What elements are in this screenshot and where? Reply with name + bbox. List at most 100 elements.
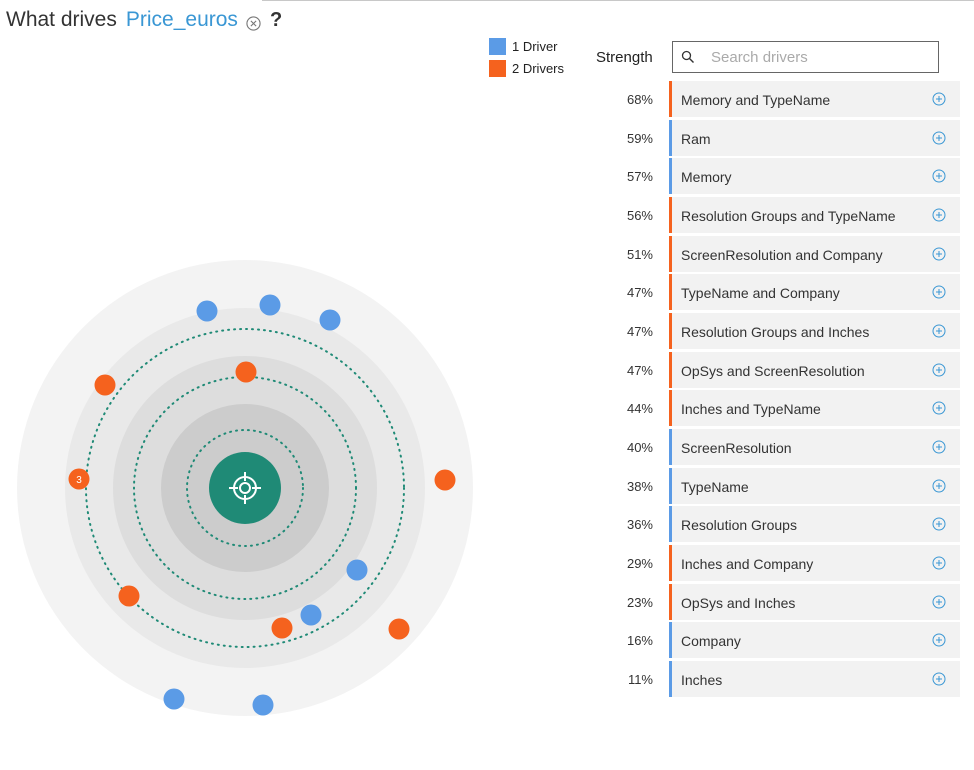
driver-dot[interactable]	[94, 374, 116, 396]
driver-name-cell[interactable]: Resolution Groups and Inches	[672, 313, 960, 350]
driver-strength: 16%	[626, 633, 653, 649]
driver-name-cell[interactable]: ScreenResolution	[672, 429, 960, 466]
legend-swatch-icon	[489, 37, 506, 55]
driver-name: OpSys and Inches	[681, 594, 796, 611]
driver-name: TypeName	[681, 478, 749, 495]
driver-name-cell[interactable]: Inches and Company	[672, 545, 960, 582]
add-driver-icon[interactable]	[932, 517, 946, 531]
driver-name: Memory and TypeName	[681, 92, 831, 108]
driver-name: ScreenResolution	[681, 440, 792, 457]
target-circle	[209, 452, 281, 524]
driver-row[interactable]: 40% ScreenResolution	[600, 429, 960, 466]
driver-row[interactable]: 11% Inches	[600, 661, 960, 698]
driver-strength: 47%	[626, 285, 653, 301]
driver-name-cell[interactable]: Resolution Groups and TypeName	[672, 197, 960, 233]
add-driver-icon[interactable]	[932, 324, 946, 338]
driver-row[interactable]: 38% TypeName	[600, 467, 960, 504]
add-driver-icon[interactable]	[932, 440, 946, 454]
driver-row[interactable]: 56% Resolution Groups and TypeName	[600, 197, 960, 233]
driver-row[interactable]: 57% Memory	[600, 158, 960, 195]
driver-name-cell[interactable]: Inches and TypeName	[672, 390, 960, 427]
legend-item-1-driver: 1 Driver	[489, 35, 564, 57]
add-driver-icon[interactable]	[932, 556, 946, 570]
driver-dot[interactable]	[235, 361, 257, 383]
add-driver-icon[interactable]	[932, 285, 946, 299]
driver-name-cell[interactable]: Inches	[672, 661, 960, 698]
driver-dot[interactable]	[346, 559, 368, 581]
driver-name-cell[interactable]: OpSys and Inches	[672, 583, 960, 620]
add-driver-icon[interactable]	[932, 401, 946, 415]
driver-name-cell[interactable]: Company	[672, 622, 960, 659]
driver-name-cell[interactable]: OpSys and ScreenResolution	[672, 351, 960, 388]
driver-name-cell[interactable]: TypeName	[672, 467, 960, 504]
driver-strength: 44%	[626, 401, 653, 417]
driver-name: Memory	[681, 169, 732, 186]
legend-item-2-drivers: 2 Drivers	[489, 57, 564, 79]
legend: 1 Driver 2 Drivers	[489, 35, 564, 79]
driver-row[interactable]: 47% Resolution Groups and Inches	[600, 313, 960, 350]
driver-row[interactable]: 68% Memory and TypeName	[600, 81, 960, 117]
driver-name-cell[interactable]: Memory and TypeName	[672, 81, 960, 117]
add-driver-icon[interactable]	[932, 479, 946, 493]
driver-name-cell[interactable]: Resolution Groups	[672, 506, 960, 543]
add-driver-icon[interactable]	[932, 169, 946, 183]
driver-row[interactable]: 36% Resolution Groups	[600, 506, 960, 543]
add-driver-icon[interactable]	[932, 247, 946, 261]
driver-name: Resolution Groups and TypeName	[681, 208, 896, 224]
search-input[interactable]	[709, 47, 913, 67]
driver-dot[interactable]	[196, 300, 218, 322]
driver-row[interactable]: 47% OpSys and ScreenResolution	[600, 351, 960, 388]
driver-name-cell[interactable]: TypeName and Company	[672, 274, 960, 311]
driver-row[interactable]: 47% TypeName and Company	[600, 274, 960, 311]
add-driver-icon[interactable]	[932, 208, 946, 222]
driver-dot[interactable]	[259, 294, 281, 316]
driver-strength: 57%	[626, 169, 653, 185]
driver-name: TypeName and Company	[681, 285, 840, 302]
driver-dot[interactable]	[319, 309, 341, 331]
driver-row[interactable]: 16% Company	[600, 622, 960, 659]
driver-strength: 11%	[627, 672, 653, 688]
driver-row[interactable]: 44% Inches and TypeName	[600, 390, 960, 427]
search-drivers-box[interactable]	[672, 41, 939, 73]
driver-strength: 29%	[626, 556, 653, 572]
driver-row[interactable]: 23% OpSys and Inches	[600, 583, 960, 620]
search-icon	[681, 50, 694, 63]
driver-dot[interactable]	[300, 604, 322, 626]
driver-row[interactable]: 29% Inches and Company	[600, 545, 960, 582]
driver-strength: 47%	[626, 324, 653, 340]
add-driver-icon[interactable]	[932, 92, 946, 106]
driver-strength: 40%	[626, 440, 653, 456]
strength-column-header: Strength	[596, 49, 653, 66]
add-driver-icon[interactable]	[932, 363, 946, 377]
add-driver-icon[interactable]	[932, 633, 946, 647]
driver-dot[interactable]	[434, 469, 456, 491]
title-prefix: What drives	[6, 8, 117, 31]
driver-dot[interactable]	[252, 694, 274, 716]
driver-name: Ram	[681, 130, 711, 147]
driver-name: ScreenResolution and Company	[681, 246, 883, 263]
add-driver-icon[interactable]	[932, 672, 946, 686]
driver-dot[interactable]	[388, 618, 410, 640]
driver-name-cell[interactable]: ScreenResolution and Company	[672, 235, 960, 272]
driver-strength: 36%	[626, 517, 653, 533]
driver-dot[interactable]	[271, 617, 293, 639]
driver-name-cell[interactable]: Ram	[672, 119, 960, 156]
top-divider	[262, 0, 974, 1]
driver-name: OpSys and ScreenResolution	[681, 362, 865, 379]
clear-target-icon[interactable]	[246, 13, 261, 31]
driver-dot[interactable]	[163, 688, 185, 710]
driver-strength: 47%	[626, 362, 653, 378]
legend-label: 1 Driver	[512, 38, 558, 54]
driver-radial-chart: 3	[17, 260, 473, 716]
driver-row[interactable]: 59% Ram	[600, 119, 960, 156]
driver-name: Company	[681, 633, 741, 650]
target-field[interactable]: Price_euros	[126, 8, 238, 32]
driver-row[interactable]: 51% ScreenResolution and Company	[600, 235, 960, 272]
cluster-count-label: 3	[76, 475, 82, 486]
driver-strength: 59%	[626, 130, 653, 146]
driver-name: Inches and Company	[681, 556, 814, 573]
add-driver-icon[interactable]	[932, 595, 946, 609]
driver-name-cell[interactable]: Memory	[672, 158, 960, 195]
add-driver-icon[interactable]	[932, 131, 946, 145]
driver-dot[interactable]	[118, 585, 140, 607]
